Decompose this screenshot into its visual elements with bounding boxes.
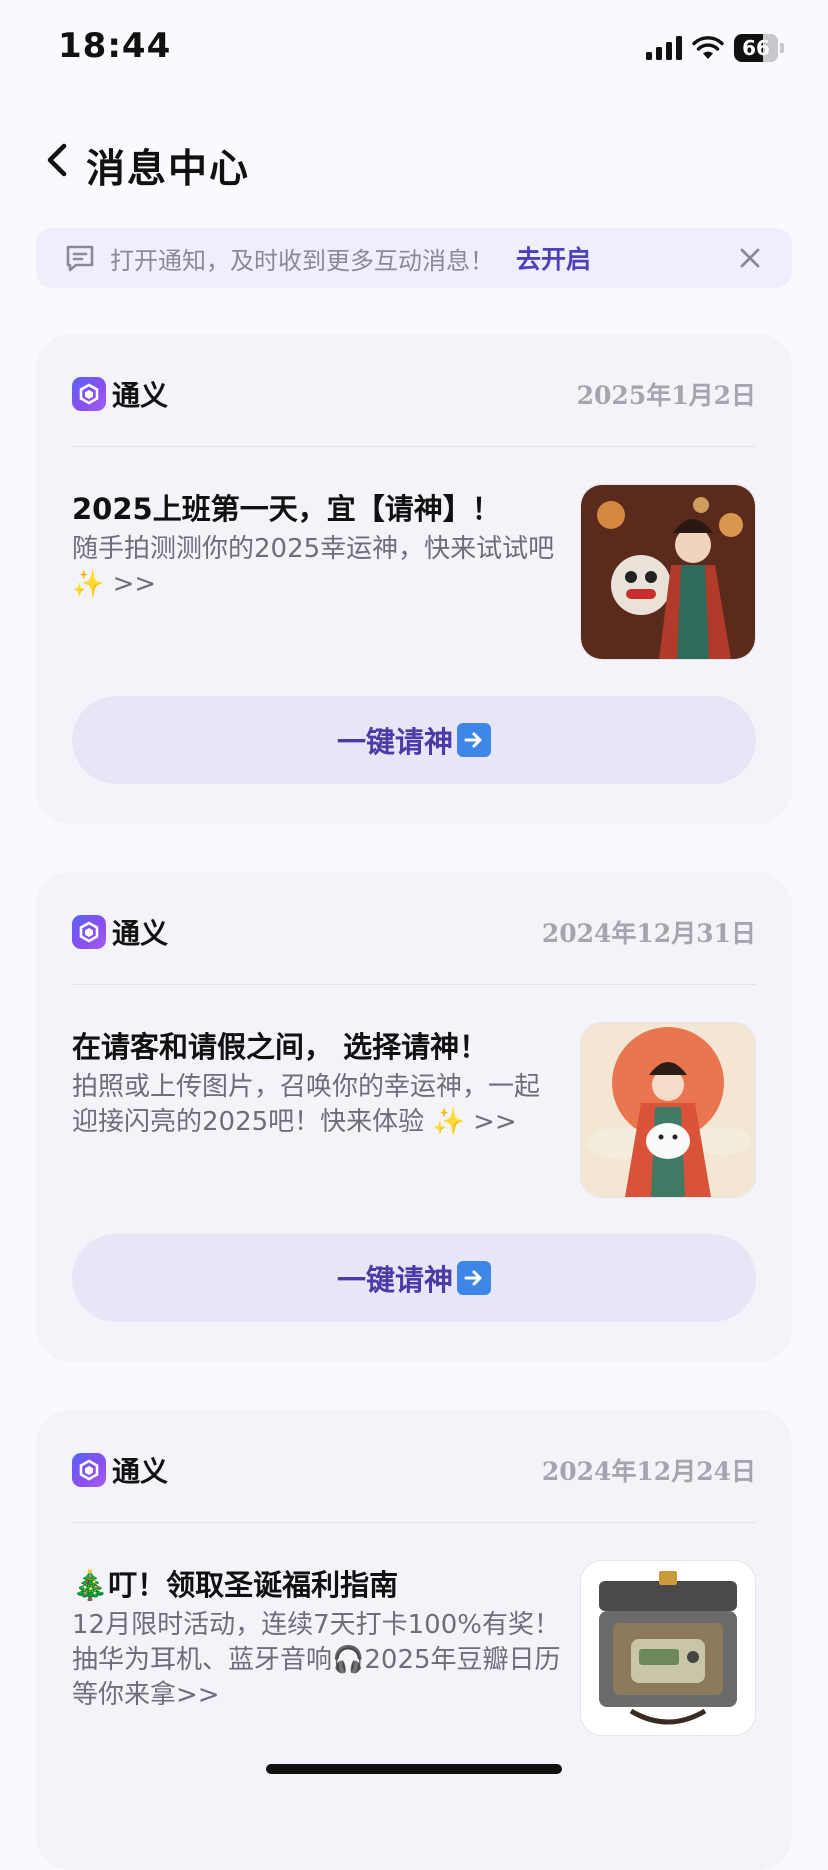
- message-body: 12月限时活动，连续7天打卡100%有奖！抽华为耳机、蓝牙音响🎧2025年豆瓣日…: [72, 1608, 562, 1713]
- message-body-text: 随手拍测测你的2025幸运神，快来试试吧: [72, 534, 555, 564]
- divider: [72, 1522, 756, 1523]
- summon-button-label: 一键请神: [336, 725, 453, 759]
- more-indicator: >>: [473, 1107, 517, 1137]
- tongyi-logo-icon: [72, 1453, 106, 1487]
- divider: [72, 446, 756, 447]
- tongyi-logo-icon: [72, 915, 106, 949]
- message-date: 2024年12月24日: [541, 1457, 756, 1486]
- app-name: 通义: [112, 379, 169, 412]
- wifi-icon: [692, 36, 724, 59]
- app-name: 通义: [112, 1455, 169, 1488]
- message-title: 在请客和请假之间， 选择请神！: [72, 1030, 489, 1064]
- message-title-text: 叮！领取圣诞福利指南: [108, 1568, 399, 1602]
- status-icons: 66: [646, 34, 784, 62]
- battery-level: 66: [742, 36, 770, 60]
- christmas-tree-icon: 🎄: [72, 1568, 109, 1602]
- summon-button[interactable]: 一键请神: [72, 696, 756, 784]
- tongyi-logo-icon: [72, 377, 106, 411]
- notification-banner: 打开通知，及时收到更多互动消息！ 去开启: [36, 228, 792, 288]
- card-header: 通义 2025年1月2日: [72, 374, 756, 414]
- divider: [72, 984, 756, 985]
- message-date: 2025年1月2日: [576, 381, 756, 410]
- page-header: 消息中心: [0, 120, 828, 200]
- sparkles-icon: ✨: [432, 1107, 465, 1137]
- message-card[interactable]: 通义 2025年1月2日 2025上班第一天，宜【请神】！ 随手拍测测你的202…: [36, 334, 792, 824]
- message-thumbnail: [580, 484, 756, 660]
- enable-notifications-link[interactable]: 去开启: [516, 240, 591, 276]
- message-title: 2025上班第一天，宜【请神】！: [72, 492, 501, 526]
- status-time: 18:44: [58, 26, 172, 66]
- page-title: 消息中心: [86, 147, 251, 192]
- headphones-icon: 🎧: [332, 1645, 365, 1675]
- app-name: 通义: [112, 917, 169, 950]
- right-arrow-emoji-icon: [457, 723, 491, 757]
- status-bar: 18:44 66: [0, 0, 828, 100]
- message-card[interactable]: 通义 2024年12月31日 在请客和请假之间， 选择请神！ 拍照或上传图片，召…: [36, 872, 792, 1362]
- banner-text: 打开通知，及时收到更多互动消息！: [110, 246, 494, 275]
- message-date: 2024年12月31日: [541, 919, 756, 948]
- more-indicator: >>: [112, 569, 157, 599]
- message-thumbnail: [580, 1560, 756, 1736]
- sparkles-icon: ✨: [72, 569, 105, 599]
- message-body-text: 拍照或上传图片，召唤你的幸运神，一起迎接闪亮的2025吧！快来体验: [72, 1072, 541, 1137]
- message-title: 🎄叮！领取圣诞福利指南: [72, 1566, 562, 1604]
- back-arrow-icon[interactable]: [38, 140, 78, 180]
- message-icon: [66, 245, 94, 272]
- summon-button-label: 一键请神: [336, 1263, 453, 1297]
- message-thumbnail: [580, 1022, 756, 1198]
- message-body: 拍照或上传图片，召唤你的幸运神，一起迎接闪亮的2025吧！快来体验 ✨ >>: [72, 1070, 562, 1140]
- home-indicator[interactable]: [266, 1764, 562, 1774]
- message-card[interactable]: 通义 2024年12月24日 🎄叮！领取圣诞福利指南 12月限时活动，连续7天打…: [36, 1410, 792, 1870]
- card-header: 通义 2024年12月24日: [72, 1450, 756, 1490]
- cellular-signal-icon: [646, 36, 682, 60]
- right-arrow-emoji-icon: [457, 1261, 491, 1295]
- close-icon[interactable]: [738, 246, 762, 270]
- battery-icon: 66: [734, 34, 784, 62]
- message-body: 随手拍测测你的2025幸运神，快来试试吧 ✨ >>: [72, 532, 562, 602]
- summon-button[interactable]: 一键请神: [72, 1234, 756, 1322]
- card-header: 通义 2024年12月31日: [72, 912, 756, 952]
